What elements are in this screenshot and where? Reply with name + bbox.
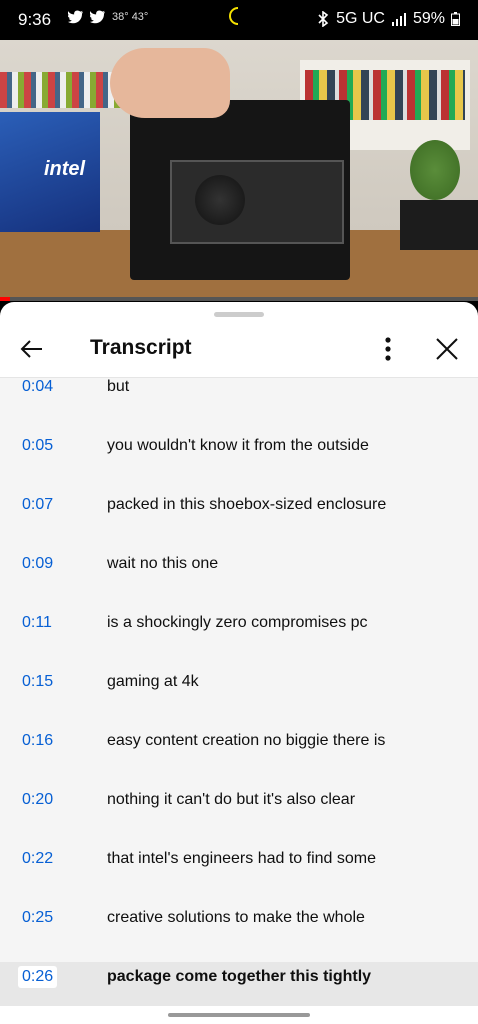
transcript-timestamp[interactable]: 0:22 bbox=[18, 848, 57, 870]
status-right: 5G UC 59% bbox=[316, 10, 460, 28]
transcript-text: nothing it can't do but it's also clear bbox=[107, 791, 356, 808]
gpu-fan bbox=[195, 175, 245, 225]
system-nav-bar bbox=[0, 1006, 478, 1024]
transcript-row[interactable]: 0:20 nothing it can't do but it's also cl… bbox=[0, 785, 478, 844]
transcript-text: you wouldn't know it from the outside bbox=[107, 437, 369, 454]
transcript-row[interactable]: 0:25 creative solutions to make the whole bbox=[0, 903, 478, 962]
transcript-timestamp[interactable]: 0:09 bbox=[18, 553, 57, 575]
transcript-text: gaming at 4k bbox=[107, 673, 199, 690]
notification-icons: 38° 43° bbox=[68, 10, 148, 24]
battery-icon bbox=[451, 12, 460, 26]
twitter-icon bbox=[68, 10, 83, 24]
plant bbox=[410, 140, 460, 200]
transcript-row[interactable]: 0:05 you wouldn't know it from the outsid… bbox=[0, 431, 478, 490]
twitter-icon bbox=[90, 10, 105, 24]
home-indicator[interactable] bbox=[168, 1013, 310, 1017]
status-time: 9:36 bbox=[18, 10, 52, 29]
battery-percent: 59% bbox=[412, 10, 445, 27]
moon-icon bbox=[229, 7, 239, 25]
video-progress-bar[interactable] bbox=[0, 297, 478, 301]
transcript-row[interactable]: 0:09 wait no this one bbox=[0, 549, 478, 608]
status-bar: 9:36 38° 43° 5G UC 59% bbox=[0, 0, 478, 40]
transcript-text: easy content creation no biggie there is bbox=[107, 732, 386, 749]
transcript-list[interactable]: 0:04 but 0:05 you wouldn't know it from the… bbox=[0, 378, 478, 1010]
transcript-text: wait no this one bbox=[107, 555, 219, 572]
transcript-header: Transcript bbox=[0, 324, 478, 378]
intel-logo: intel bbox=[44, 158, 86, 180]
transcript-text: package come together this tightly bbox=[107, 968, 372, 985]
transcript-row[interactable]: 0:16 easy content creation no biggie ther… bbox=[0, 726, 478, 785]
temperature: 38° 43° bbox=[112, 11, 149, 23]
back-arrow-icon[interactable] bbox=[16, 334, 46, 364]
transcript-row[interactable]: 0:15 gaming at 4k bbox=[0, 667, 478, 726]
network-label: 5G UC bbox=[336, 10, 385, 27]
close-icon[interactable] bbox=[432, 334, 462, 364]
transcript-row[interactable]: 0:11 is a shockingly zero compromises pc bbox=[0, 608, 478, 667]
drag-handle[interactable] bbox=[214, 312, 264, 317]
transcript-timestamp[interactable]: 0:25 bbox=[18, 907, 57, 929]
transcript-text: creative solutions to make the whole bbox=[107, 909, 365, 926]
transcript-timestamp[interactable]: 0:26 bbox=[18, 966, 58, 988]
transcript-text: that intel's engineers had to find some bbox=[107, 850, 376, 867]
transcript-timestamp[interactable]: 0:15 bbox=[18, 671, 57, 693]
video-player[interactable]: intel bbox=[0, 40, 478, 300]
more-vert-icon[interactable] bbox=[374, 332, 402, 366]
transcript-row[interactable]: 0:22 that intel's engineers had to find s… bbox=[0, 844, 478, 903]
panel-title: Transcript bbox=[90, 336, 192, 359]
transcript-row[interactable]: 0:07 packed in this shoebox-sized enclosu… bbox=[0, 490, 478, 549]
progress-fill bbox=[0, 297, 10, 301]
transcript-text: packed in this shoebox-sized enclosure bbox=[107, 496, 387, 513]
transcript-text: is a shockingly zero compromises pc bbox=[107, 614, 368, 631]
transcript-row[interactable]: 0:26 package come together this tightly bbox=[0, 962, 478, 1010]
transcript-timestamp[interactable]: 0:11 bbox=[18, 612, 56, 634]
hand bbox=[110, 48, 230, 118]
transcript-timestamp[interactable]: 0:05 bbox=[18, 435, 57, 457]
transcript-timestamp[interactable]: 0:20 bbox=[18, 789, 57, 811]
signal-icon bbox=[391, 13, 406, 26]
transcript-timestamp[interactable]: 0:07 bbox=[18, 494, 57, 516]
mini-pc bbox=[400, 200, 478, 250]
transcript-text: but bbox=[107, 378, 130, 395]
transcript-timestamp[interactable]: 0:16 bbox=[18, 730, 57, 752]
transcript-row[interactable]: 0:04 but bbox=[0, 378, 478, 431]
bluetooth-icon bbox=[318, 11, 329, 27]
transcript-timestamp[interactable]: 0:04 bbox=[18, 378, 57, 398]
transcript-panel: Transcript 0:04 but 0:05 you wouldn't know … bbox=[0, 302, 478, 1024]
